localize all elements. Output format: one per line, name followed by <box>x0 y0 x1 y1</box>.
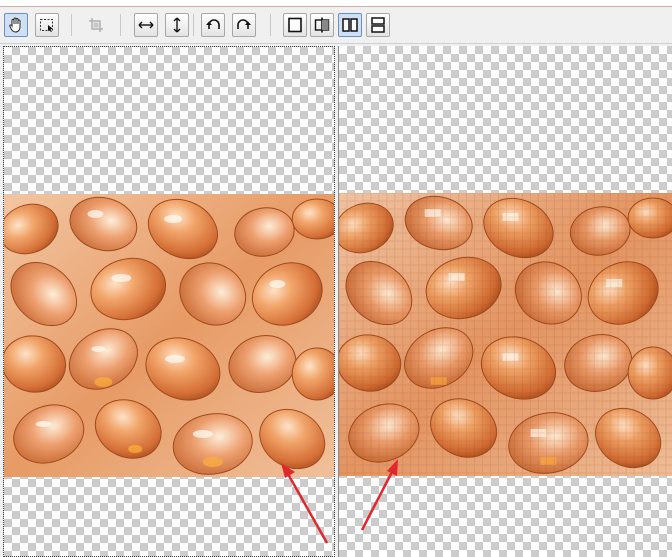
toolbar <box>0 7 672 44</box>
toolbar-separator <box>120 14 121 36</box>
rotate-right-button[interactable] <box>232 13 256 37</box>
select-tool-button[interactable] <box>35 13 59 37</box>
split-compare-button[interactable] <box>310 13 334 37</box>
vertical-arrows-icon <box>173 17 181 33</box>
toolbar-separator <box>193 14 194 36</box>
rotate-left-button[interactable] <box>201 13 225 37</box>
single-view-button[interactable] <box>283 13 307 37</box>
top-bottom-button[interactable] <box>366 13 390 37</box>
capsules-image <box>4 194 334 477</box>
crop-icon <box>89 18 103 32</box>
side-by-side-icon <box>342 18 358 32</box>
hand-icon <box>9 17 21 33</box>
flip-vertical-button[interactable] <box>165 13 189 37</box>
crop-button[interactable] <box>84 13 108 37</box>
original-image-pane[interactable] <box>3 46 335 557</box>
compressed-image-pane[interactable] <box>338 46 672 557</box>
rotate-left-icon <box>206 19 220 29</box>
side-by-side-button[interactable] <box>338 13 362 37</box>
toolbar-separator <box>71 14 72 36</box>
dashed-selection-icon <box>40 19 53 33</box>
window-top-edge <box>0 0 672 7</box>
toolbar-separator <box>270 14 271 36</box>
hand-tool-button[interactable] <box>4 13 28 37</box>
top-bottom-icon <box>371 17 385 33</box>
horizontal-arrows-icon <box>138 21 154 29</box>
capsules-image-compressed <box>339 193 672 476</box>
flip-horizontal-button[interactable] <box>134 13 158 37</box>
split-compare-icon <box>314 17 330 33</box>
single-pane-icon <box>288 17 302 33</box>
rotate-right-icon <box>237 19 251 29</box>
